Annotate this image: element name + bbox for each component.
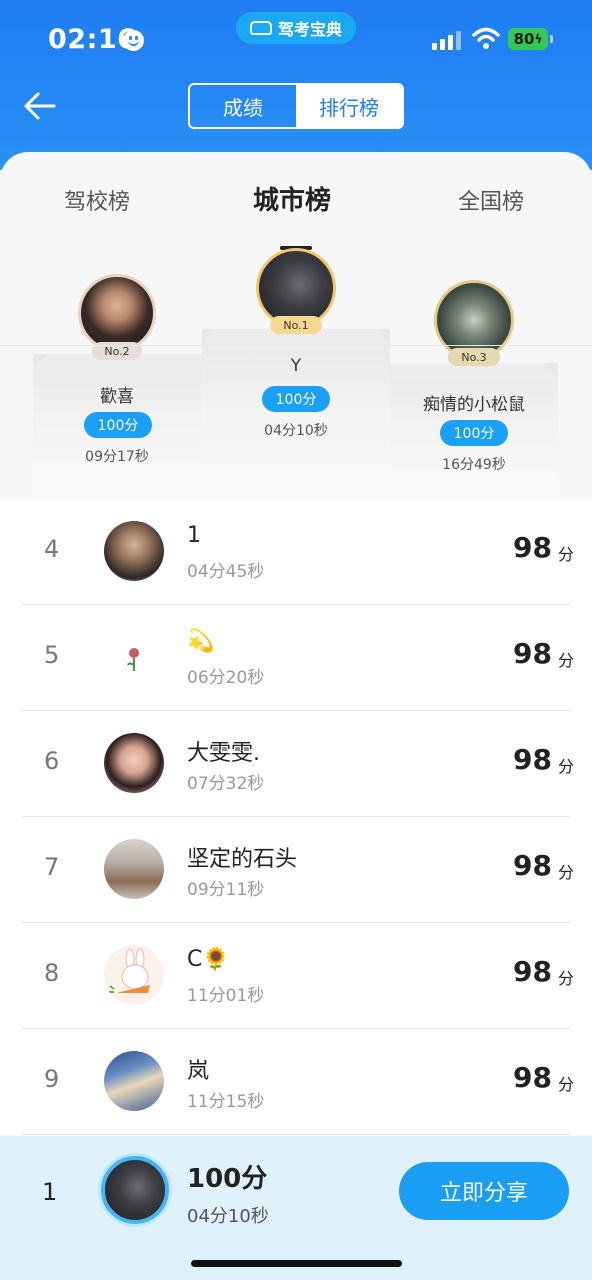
badge-third: No.3 [448, 348, 500, 366]
user-score: 98 [513, 955, 552, 988]
avatar[interactable] [104, 1051, 164, 1111]
user-score: 98 [513, 849, 552, 882]
rank-number: 4 [44, 535, 60, 563]
rank-number: 5 [44, 641, 60, 669]
user-time: 11分15秒 [187, 1092, 265, 1112]
rank-number: 9 [44, 1065, 60, 1093]
time-second: 09分17秒 [85, 449, 149, 465]
podium: No.2 歡喜 100分 09分17秒 No.1 Y 100分 04分10秒 N… [0, 242, 592, 497]
score-unit: 分 [557, 545, 574, 564]
bunny-icon [109, 948, 150, 993]
header-bar: 02:16 驾考宝典 80 ϟ 成绩 排行榜 [0, 0, 592, 170]
time-first: 04分10秒 [264, 423, 328, 439]
tab-city[interactable]: 城市榜 [253, 180, 331, 217]
car-icon [249, 21, 272, 35]
rank-number: 6 [44, 747, 60, 775]
status-bar: 02:16 驾考宝典 80 ϟ [0, 0, 592, 78]
tab-driving-school[interactable]: 驾校榜 [64, 184, 130, 216]
wifi-icon [472, 27, 500, 49]
avatar[interactable] [104, 521, 164, 581]
user-time: 07分32秒 [187, 774, 265, 794]
rank-number: 8 [44, 959, 60, 987]
user-time: 04分45秒 [187, 562, 265, 582]
time-third: 16分49秒 [442, 457, 506, 473]
list-item[interactable]: 9 岚 11分15秒 98 分 [0, 1029, 592, 1135]
segmented-control: 成绩 排行榜 [188, 83, 404, 129]
user-score: 98 [513, 637, 552, 670]
my-avatar[interactable] [101, 1156, 169, 1224]
score-third: 100分 [440, 420, 508, 446]
user-name: 岚 [187, 1059, 210, 1084]
user-score: 98 [513, 531, 552, 564]
ranking-tabs: 驾校榜 城市榜 全国榜 [0, 180, 592, 250]
avatar[interactable] [104, 839, 164, 899]
battery-level: 80 [513, 30, 535, 48]
battery-icon: 80 ϟ [508, 28, 548, 50]
my-rank-bar: 1 100分 04分10秒 立即分享 [0, 1136, 592, 1280]
app-name: 驾考宝典 [277, 20, 342, 39]
rose-icon [127, 648, 139, 671]
my-rank: 1 [42, 1178, 58, 1206]
list-item[interactable]: 6 大雯雯. 07分32秒 98 分 [0, 711, 592, 817]
score-unit: 分 [557, 1075, 574, 1094]
avatar-second[interactable] [78, 274, 156, 352]
name-second: 歡喜 [100, 387, 134, 407]
avatar[interactable] [104, 733, 164, 793]
user-time: 11分01秒 [187, 986, 265, 1006]
score-unit: 分 [557, 969, 574, 988]
name-third: 痴情的小松鼠 [423, 395, 525, 415]
list-item[interactable]: 4 1 04分45秒 98 分 [0, 499, 592, 605]
score-second: 100分 [84, 412, 152, 438]
list-item[interactable]: 7 坚定的石头 09分11秒 98 分 [0, 817, 592, 923]
tab-national[interactable]: 全国榜 [458, 184, 524, 216]
smiley-icon [123, 30, 144, 51]
user-name: 大雯雯. [187, 741, 260, 766]
user-time: 06分20秒 [187, 668, 265, 688]
list-item[interactable]: 8 C🌻 11分01秒 98 分 [0, 923, 592, 1029]
user-name: 1 [187, 523, 201, 548]
home-indicator[interactable] [191, 1260, 402, 1267]
avatar[interactable] [104, 945, 164, 1005]
avatar[interactable] [104, 627, 164, 687]
segment-score[interactable]: 成绩 [190, 85, 296, 127]
list-divider [0, 345, 592, 346]
user-name: 💫 [187, 629, 215, 654]
score-unit: 分 [557, 757, 574, 776]
segment-leaderboard[interactable]: 排行榜 [296, 85, 402, 127]
badge-first: No.1 [270, 316, 322, 334]
user-name: 坚定的石头 [187, 847, 298, 872]
battery-tip [550, 35, 553, 43]
user-time: 09分11秒 [187, 880, 265, 900]
app-pill[interactable]: 驾考宝典 [236, 12, 356, 44]
name-first: Y [290, 356, 302, 376]
ranking-list: 4 1 04分45秒 98 分 5 💫 06分20秒 98 分 6 大雯雯. 0… [0, 499, 592, 1135]
user-score: 98 [513, 743, 552, 776]
score-first: 100分 [262, 386, 330, 412]
list-item[interactable]: 5 💫 06分20秒 98 分 [0, 605, 592, 711]
rank-number: 7 [44, 853, 60, 881]
score-unit: 分 [557, 863, 574, 882]
my-time: 04分10秒 [187, 1206, 269, 1227]
user-score: 98 [513, 1061, 552, 1094]
user-name: C🌻 [187, 947, 230, 972]
signal-icon [432, 30, 462, 50]
back-arrow-icon[interactable] [22, 88, 58, 124]
score-unit: 分 [557, 651, 574, 670]
my-score: 100分 [187, 1164, 268, 1194]
share-button[interactable]: 立即分享 [399, 1162, 569, 1220]
